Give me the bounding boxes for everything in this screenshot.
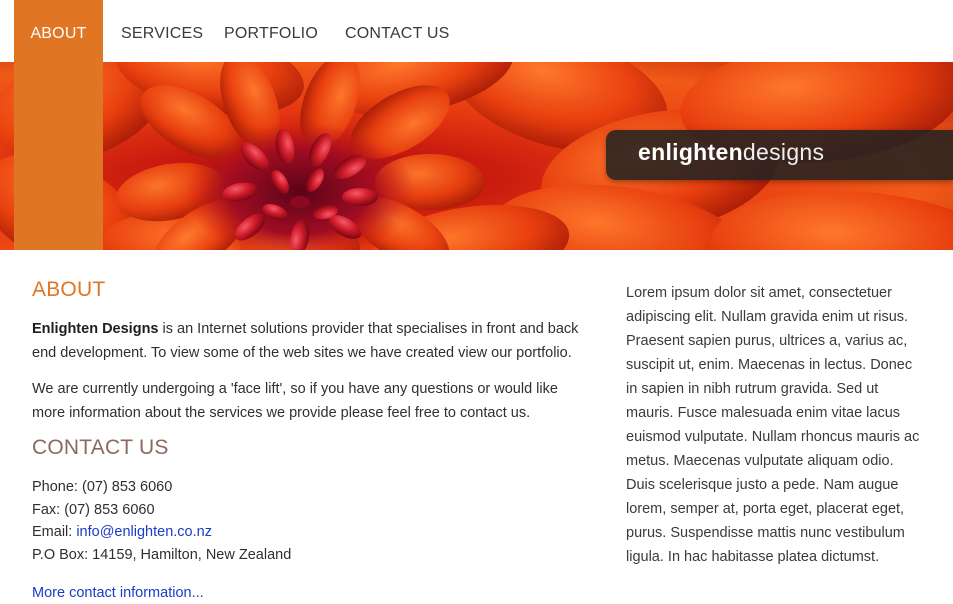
- brand-logo: enlightendesigns: [606, 130, 953, 180]
- about-paragraph-1: Enlighten Designs is an Internet solutio…: [32, 317, 592, 365]
- nav-item-label: ABOUT: [30, 25, 87, 42]
- sidebar-lorem-text: Lorem ipsum dolor sit amet, consectetuer…: [626, 285, 920, 565]
- contact-po-box: P.O Box: 14159, Hamilton, New Zealand: [32, 546, 292, 563]
- page: ABOUT SERVICES PORTFOLIO CONTACT US enli…: [0, 0, 953, 604]
- nav-item-contact-us[interactable]: CONTACT US: [345, 0, 450, 62]
- nav-item-about[interactable]: ABOUT: [14, 0, 103, 62]
- company-name: Enlighten Designs: [32, 321, 159, 337]
- main-navigation: ABOUT SERVICES PORTFOLIO CONTACT US: [0, 0, 953, 62]
- brand-name-light: designs: [742, 139, 825, 165]
- contact-email-row: Email: info@enlighten.co.nz: [32, 521, 291, 544]
- contact-email-link[interactable]: info@enlighten.co.nz: [76, 524, 212, 540]
- more-contact-info-link[interactable]: More contact information...: [32, 582, 204, 604]
- contact-heading: CONTACT US: [32, 436, 169, 459]
- active-nav-strip: [14, 62, 103, 250]
- contact-details: Phone: (07) 853 6060 Fax: (07) 853 6060 …: [32, 476, 291, 566]
- brand-logo-text: enlightendesigns: [638, 139, 824, 166]
- nav-item-services[interactable]: SERVICES: [121, 0, 203, 62]
- nav-item-label: PORTFOLIO: [224, 25, 318, 42]
- nav-item-label: SERVICES: [121, 25, 204, 42]
- about-heading: ABOUT: [32, 278, 106, 301]
- brand-name-bold: enlighten: [638, 139, 743, 165]
- contact-email-label: Email:: [32, 524, 77, 540]
- about-paragraph-2: We are currently undergoing a 'face lift…: [32, 381, 558, 421]
- contact-fax: Fax: (07) 853 6060: [32, 501, 155, 518]
- nav-item-portfolio[interactable]: PORTFOLIO: [224, 0, 318, 62]
- contact-phone: Phone: (07) 853 6060: [32, 479, 173, 495]
- nav-item-label: CONTACT US: [345, 25, 450, 42]
